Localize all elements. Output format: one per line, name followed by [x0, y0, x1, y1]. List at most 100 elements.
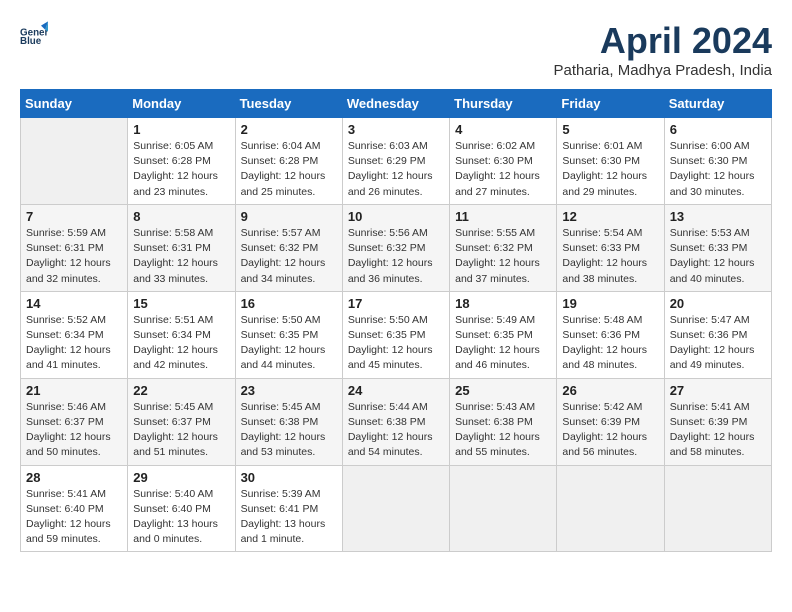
sunset-text: Sunset: 6:40 PM: [133, 503, 211, 515]
sunset-text: Sunset: 6:36 PM: [562, 329, 640, 341]
daylight-text: Daylight: 12 hours and 36 minutes.: [348, 257, 433, 284]
logo: General Blue: [20, 20, 48, 48]
calendar-day-cell: 9 Sunrise: 5:57 AM Sunset: 6:32 PM Daylight…: [235, 204, 342, 291]
sunrise-text: Sunrise: 5:57 AM: [241, 227, 321, 239]
sunrise-text: Sunrise: 5:51 AM: [133, 314, 213, 326]
sunrise-text: Sunrise: 5:43 AM: [455, 401, 535, 413]
sunset-text: Sunset: 6:36 PM: [670, 329, 748, 341]
day-info: Sunrise: 5:54 AMSunset: 6:33 PMDaylight:…: [562, 226, 658, 287]
sunset-text: Sunset: 6:30 PM: [670, 155, 748, 167]
title-block: April 2024 Patharia, Madhya Pradesh, Ind…: [554, 20, 772, 79]
calendar-day-cell: [557, 465, 664, 552]
sunset-text: Sunset: 6:34 PM: [133, 329, 211, 341]
daylight-text: Daylight: 12 hours and 50 minutes.: [26, 431, 111, 458]
sunset-text: Sunset: 6:33 PM: [562, 242, 640, 254]
day-number: 12: [562, 209, 658, 224]
calendar-day-cell: 27Sunrise: 5:41 AMSunset: 6:39 PMDayligh…: [664, 378, 771, 465]
calendar-day-cell: 30Sunrise: 5:39 AMSunset: 6:41 PMDayligh…: [235, 465, 342, 552]
day-number: 15: [133, 296, 229, 311]
sunset-text: Sunset: 6:39 PM: [670, 416, 748, 428]
calendar-day-cell: 15 Sunrise: 5:51 AM Sunset: 6:34 PM Dayligh…: [128, 291, 235, 378]
calendar-day-cell: 2Sunrise: 6:04 AMSunset: 6:28 PMDaylight…: [235, 118, 342, 205]
sunrise-text: Sunrise: 5:50 AM: [241, 314, 321, 326]
calendar-day-cell: 26Sunrise: 5:42 AMSunset: 6:39 PMDayligh…: [557, 378, 664, 465]
sunrise-text: Sunrise: 5:58 AM: [133, 227, 213, 239]
day-info: Sunrise: 5:58 AMSunset: 6:31 PMDaylight:…: [133, 226, 229, 287]
sunrise-text: Sunrise: 5:41 AM: [26, 488, 106, 500]
calendar-day-cell: 7Sunrise: 5:59 AMSunset: 6:31 PMDaylight…: [21, 204, 128, 291]
day-number: 3: [348, 122, 444, 137]
sunrise-text: Sunrise: 6:01 AM: [562, 140, 642, 152]
daylight-text: Daylight: 12 hours and 34 minutes.: [241, 257, 326, 284]
sunrise-text: Sunrise: 5:45 AM: [241, 401, 321, 413]
daylight-text: Daylight: 12 hours and 49 minutes.: [670, 344, 755, 371]
day-info: Sunrise: 6:00 AMSunset: 6:30 PMDaylight:…: [670, 139, 766, 200]
daylight-text: Daylight: 12 hours and 30 minutes.: [670, 170, 755, 197]
day-info: Sunrise: 6:05 AMSunset: 6:28 PMDaylight:…: [133, 139, 229, 200]
calendar-day-cell: 5Sunrise: 6:01 AMSunset: 6:30 PMDaylight…: [557, 118, 664, 205]
day-number: 1: [133, 122, 229, 137]
sunset-text: Sunset: 6:30 PM: [455, 155, 533, 167]
day-number: 5: [562, 122, 658, 137]
calendar-day-cell: 11Sunrise: 5:55 AMSunset: 6:32 PMDayligh…: [450, 204, 557, 291]
day-info: Sunrise: 5:41 AMSunset: 6:39 PMDaylight:…: [670, 400, 766, 461]
day-info: Sunrise: 5:50 AMSunset: 6:35 PMDaylight:…: [241, 313, 337, 374]
month-title: April 2024: [554, 20, 772, 62]
sunset-text: Sunset: 6:35 PM: [455, 329, 533, 341]
daylight-text: Daylight: 12 hours and 51 minutes.: [133, 431, 218, 458]
day-info: Sunrise: 5:45 AMSunset: 6:38 PMDaylight:…: [241, 400, 337, 461]
calendar-day-cell: 1 Sunrise: 6:05 AMSunset: 6:28 PMDaylight…: [128, 118, 235, 205]
daylight-text: Daylight: 12 hours and 59 minutes.: [26, 518, 111, 545]
day-number: 20: [670, 296, 766, 311]
day-info: Sunrise: 6:02 AMSunset: 6:30 PMDaylight:…: [455, 139, 551, 200]
day-info: Sunrise: 5:49 AM Sunset: 6:35 PM Daylight:…: [455, 313, 551, 374]
logo-icon: General Blue: [20, 20, 48, 48]
day-info: Sunrise: 5:42 AMSunset: 6:39 PMDaylight:…: [562, 400, 658, 461]
sunrise-text: Sunrise: 6:05 AM: [133, 140, 213, 152]
calendar-day-cell: 19Sunrise: 5:48 AMSunset: 6:36 PMDayligh…: [557, 291, 664, 378]
day-number: 11: [455, 209, 551, 224]
day-info: Sunrise: 5:39 AMSunset: 6:41 PMDaylight:…: [241, 487, 337, 548]
sunrise-text: Sunrise: 5:46 AM: [26, 401, 106, 413]
weekday-header-cell: Wednesday: [342, 90, 449, 118]
day-number: 2: [241, 122, 337, 137]
day-info: Sunrise: 5:56 AMSunset: 6:32 PMDaylight:…: [348, 226, 444, 287]
daylight-text: Daylight: 12 hours and 41 minutes.: [26, 344, 111, 371]
daylight-text: Daylight: 12 hours and 33 minutes.: [133, 257, 218, 284]
day-number: 13: [670, 209, 766, 224]
calendar-day-cell: 12 Sunrise: 5:54 AMSunset: 6:33 PMDayligh…: [557, 204, 664, 291]
sunset-text: Sunset: 6:40 PM: [26, 503, 104, 515]
calendar-table: SundayMondayTuesdayWednesdayThursdayFrid…: [20, 89, 772, 552]
daylight-text: Daylight: 12 hours and 23 minutes.: [133, 170, 218, 197]
day-number: 19: [562, 296, 658, 311]
location: Patharia, Madhya Pradesh, India: [554, 62, 772, 79]
calendar-week-row: 21Sunrise: 5:46 AMSunset: 6:37 PMDayligh…: [21, 378, 772, 465]
calendar-day-cell: 25Sunrise: 5:43 AMSunset: 6:38 PMDayligh…: [450, 378, 557, 465]
calendar-day-cell: 10 Sunrise: 5:56 AMSunset: 6:32 PMDayligh…: [342, 204, 449, 291]
day-number: 10: [348, 209, 444, 224]
day-number: 4: [455, 122, 551, 137]
sunset-text: Sunset: 6:38 PM: [348, 416, 426, 428]
day-info: Sunrise: 5:46 AMSunset: 6:37 PMDaylight:…: [26, 400, 122, 461]
daylight-text: Daylight: 12 hours and 29 minutes.: [562, 170, 647, 197]
sunset-text: Sunset: 6:28 PM: [241, 155, 319, 167]
sunset-text: Sunset: 6:35 PM: [348, 329, 426, 341]
weekday-header-row: SundayMondayTuesdayWednesdayThursdayFrid…: [21, 90, 772, 118]
weekday-header-cell: Saturday: [664, 90, 771, 118]
calendar-day-cell: 20 Sunrise: 5:47 AMSunset: 6:36 PMDayligh…: [664, 291, 771, 378]
sunset-text: Sunset: 6:32 PM: [241, 242, 319, 254]
day-info: Sunrise: 5:47 AMSunset: 6:36 PMDaylight:…: [670, 313, 766, 374]
calendar-day-cell: [450, 465, 557, 552]
calendar-day-cell: 6Sunrise: 6:00 AMSunset: 6:30 PMDaylight…: [664, 118, 771, 205]
day-number: 9: [241, 209, 337, 224]
sunrise-text: Sunrise: 5:49 AM: [455, 314, 535, 326]
daylight-text: Daylight: 12 hours and 42 minutes.: [133, 344, 218, 371]
day-info: Sunrise: 5:43 AMSunset: 6:38 PMDaylight:…: [455, 400, 551, 461]
day-number: 23: [241, 383, 337, 398]
day-number: 22: [133, 383, 229, 398]
day-number: 16: [241, 296, 337, 311]
calendar-day-cell: 13Sunrise: 5:53 AMSunset: 6:33 PMDayligh…: [664, 204, 771, 291]
daylight-text: Daylight: 12 hours and 46 minutes.: [455, 344, 540, 371]
calendar-day-cell: 3Sunrise: 6:03 AMSunset: 6:29 PMDaylight…: [342, 118, 449, 205]
sunrise-text: Sunrise: 5:53 AM: [670, 227, 750, 239]
